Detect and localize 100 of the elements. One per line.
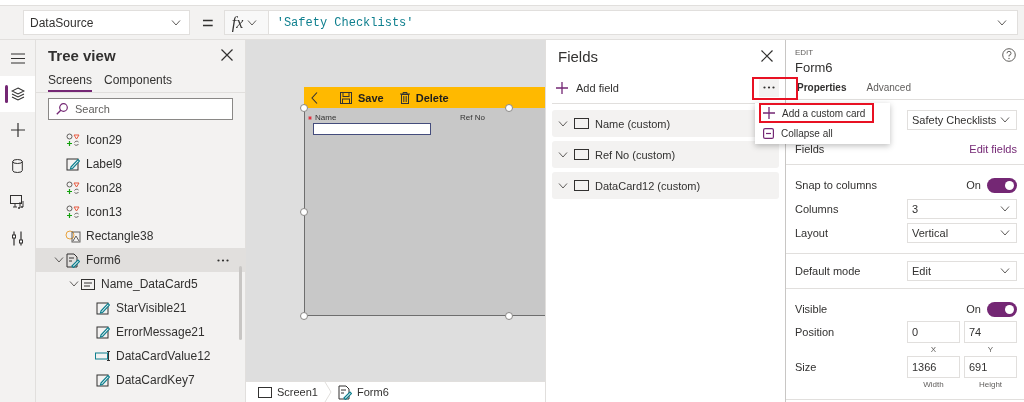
dropdown[interactable]: Safety Checklists <box>907 110 1017 130</box>
chevron-down-icon[interactable] <box>69 281 79 287</box>
property-label: Size <box>795 360 818 375</box>
text-input[interactable] <box>313 123 431 135</box>
toggle-switch[interactable] <box>987 177 1017 193</box>
tree-item[interactable]: Name_DataCard5 <box>36 272 245 296</box>
tree-item[interactable]: Icon13 <box>36 200 245 224</box>
number-field[interactable]: 691 <box>964 356 1017 378</box>
scrollbar[interactable] <box>239 266 242 340</box>
tree-item[interactable]: DataCardKey7 <box>36 368 245 392</box>
tab[interactable]: Screens <box>48 70 93 92</box>
close-icon[interactable] <box>221 49 233 61</box>
tree-item[interactable]: DataCardValue12 <box>36 344 245 368</box>
field-card[interactable]: Ref No (custom) <box>552 141 779 168</box>
tree-item[interactable]: Icon29 <box>36 128 245 152</box>
card-icon <box>574 118 589 129</box>
property-label: Position <box>795 325 836 340</box>
field-label: Name <box>315 113 337 122</box>
close-icon[interactable] <box>761 50 773 62</box>
property-dropdown[interactable]: DataSource <box>23 10 190 35</box>
field-caption: X <box>930 344 937 356</box>
database-icon[interactable] <box>12 159 23 173</box>
plus-icon <box>556 81 568 94</box>
toggle-state: On <box>966 303 981 315</box>
media-icon[interactable] <box>10 195 25 209</box>
breadcrumb-item[interactable]: Form6 <box>338 384 389 400</box>
shapes-icon <box>66 133 80 147</box>
dropdown[interactable]: 3 <box>907 199 1017 219</box>
number-field[interactable]: 0 <box>907 321 960 343</box>
property-label: Visible <box>795 303 829 315</box>
pencil-icon <box>96 325 110 339</box>
field-caption: Y <box>987 344 994 356</box>
card-icon <box>574 180 589 191</box>
resize-handle[interactable] <box>300 104 308 112</box>
property-label: Fields <box>795 143 826 155</box>
help-icon[interactable] <box>1002 48 1016 62</box>
search-field[interactable]: Search <box>48 98 233 120</box>
dropdown[interactable]: Edit <box>907 261 1017 281</box>
resize-handle[interactable] <box>505 312 513 320</box>
add-field-button[interactable]: Add field <box>556 81 619 94</box>
chevron-down-icon <box>1000 117 1010 123</box>
tree-item[interactable]: Form6 <box>36 248 245 272</box>
chevron-down-icon <box>1000 230 1010 236</box>
edit-fields-link[interactable]: Edit fields <box>969 143 1017 155</box>
property-label: Layout <box>795 227 830 239</box>
tools-icon[interactable] <box>11 230 24 246</box>
card-icon <box>574 149 589 160</box>
tree-item[interactable]: Icon28 <box>36 176 245 200</box>
resize-handle[interactable] <box>300 312 308 320</box>
panel-title: Fields <box>558 47 598 65</box>
tab[interactable]: Properties <box>797 76 847 99</box>
breadcrumb-item[interactable]: Screen1 <box>258 386 318 398</box>
chevron-down-icon <box>1000 206 1010 212</box>
layers-icon[interactable] <box>10 87 25 101</box>
property-label: Snap to columns <box>795 179 878 191</box>
tree-item[interactable]: ErrorMessage21 <box>36 320 245 344</box>
search-icon <box>56 103 68 115</box>
tab[interactable]: Components <box>104 70 173 92</box>
pencil-icon <box>96 301 110 315</box>
chevron-down-icon[interactable] <box>54 257 64 263</box>
field-caption: Width <box>923 379 944 391</box>
number-field[interactable]: 1366 <box>907 356 960 378</box>
equals-sign: = <box>202 12 214 33</box>
field-label: Ref No <box>460 113 485 122</box>
menu-item[interactable]: Add a custom card <box>759 103 874 123</box>
resize-handle[interactable] <box>300 208 308 216</box>
chevron-down-icon <box>171 19 181 26</box>
toggle-state: On <box>966 179 981 191</box>
control-name: Form6 <box>795 60 833 76</box>
shape-icon <box>65 229 81 243</box>
toolbar-button[interactable]: Save <box>340 91 384 104</box>
more-icon[interactable] <box>217 258 229 262</box>
menu-icon[interactable] <box>10 52 25 64</box>
chevron-down-icon <box>558 182 568 189</box>
save-icon <box>340 91 352 104</box>
field-card[interactable]: DataCard12 (custom) <box>552 172 779 199</box>
shapes-icon <box>66 205 80 219</box>
number-field[interactable]: 74 <box>964 321 1017 343</box>
formula-field[interactable]: 'Safety Checklists' <box>267 10 1018 35</box>
toggle-switch[interactable] <box>987 301 1017 317</box>
resize-handle[interactable] <box>505 104 513 112</box>
tree-item[interactable]: Label9 <box>36 152 245 176</box>
tree-item[interactable]: Rectangle38 <box>36 224 245 248</box>
chevron-down-icon <box>997 19 1007 26</box>
pencil-icon <box>66 157 80 171</box>
form-icon <box>66 252 80 268</box>
chevron-down-icon <box>558 151 568 158</box>
plus-icon <box>763 107 775 119</box>
section-label: EDIT <box>795 48 815 59</box>
tree-item[interactable]: StarVisible21 <box>36 296 245 320</box>
toolbar-button[interactable]: Delete <box>399 91 449 104</box>
back-icon[interactable] <box>311 91 318 104</box>
tab[interactable]: Advanced <box>866 76 911 99</box>
screen-icon <box>258 386 272 398</box>
card-icon <box>81 278 95 290</box>
chevron-down-icon <box>247 19 258 26</box>
dropdown[interactable]: Vertical <box>907 223 1017 243</box>
property-label: Columns <box>795 203 840 215</box>
function-button[interactable]: fx <box>223 10 268 35</box>
plus-icon[interactable] <box>10 123 25 137</box>
